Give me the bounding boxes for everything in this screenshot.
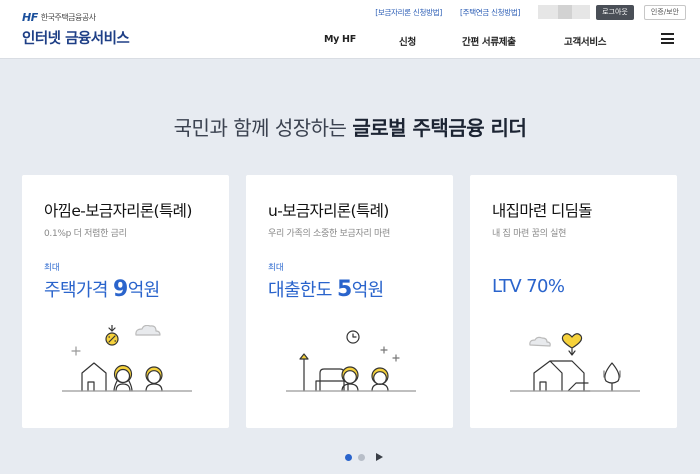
product-card-didimdol[interactable]: 내집마련 디딤돌 내 집 마련 꿈의 실현 LTV 70% <box>470 175 677 428</box>
house-family-illustration <box>62 325 192 392</box>
card-desc: 내 집 마련 꿈의 실현 <box>492 229 567 239</box>
card-value: 주택가격 9억원 <box>44 277 160 302</box>
nav-document-submit[interactable]: 간편 서류제출 <box>462 34 516 48</box>
slogan: 국민과 함께 성장하는 글로벌 주택금융 리더 <box>0 112 700 141</box>
pager-dot-2[interactable] <box>358 453 365 461</box>
card-title: u-보금자리론(특례) <box>268 202 389 220</box>
cert-security-button[interactable]: 인증/보안 <box>643 4 686 20</box>
logout-button[interactable]: 로그아웃 <box>596 4 634 20</box>
menu-icon[interactable] <box>661 33 674 44</box>
card-label: 최대 <box>44 263 60 273</box>
house-heart-illustration <box>510 333 640 392</box>
site-header: HF 한국주택금융공사 인터넷 금융서비스 [보금자리론 신청방법] [주택연금… <box>0 0 700 59</box>
pension-guide-link[interactable]: [주택연금 신청방법] <box>460 7 520 18</box>
carousel-pager <box>345 453 383 461</box>
slogan-regular: 국민과 함께 성장하는 <box>173 116 353 140</box>
product-card-u-bogeumjari[interactable]: u-보금자리론(특례) 우리 가족의 소중한 보금자리 마련 최대 대출한도 5… <box>246 175 453 428</box>
logo-mark: HF <box>22 11 38 24</box>
main-nav: My HF 신청 간편 서류제출 고객서비스 <box>0 34 700 48</box>
loan-guide-link[interactable]: [보금자리론 신청방법] <box>375 7 442 18</box>
card-value: LTV 70% <box>492 276 565 297</box>
nav-customer-service[interactable]: 고객서비스 <box>564 34 607 48</box>
product-card-aggim-e[interactable]: 아낌e-보금자리론(특례) 0.1%p 더 저렴한 금리 최대 주택가격 9억원 <box>22 175 229 428</box>
card-desc: 0.1%p 더 저렴한 금리 <box>44 229 127 239</box>
card-value: 대출한도 5억원 <box>268 277 384 302</box>
card-title: 아낌e-보금자리론(특례) <box>44 202 192 220</box>
user-name-masked <box>538 5 591 19</box>
nav-my-hf[interactable]: My HF <box>324 34 356 45</box>
clock-family-illustration <box>286 330 416 392</box>
logo-corp-name: 한국주택금융공사 <box>40 13 96 22</box>
pager-dot-1[interactable] <box>345 453 352 461</box>
card-title: 내집마련 디딤돌 <box>492 202 593 220</box>
nav-apply[interactable]: 신청 <box>399 34 416 48</box>
next-arrow-icon[interactable] <box>376 453 383 461</box>
card-desc: 우리 가족의 소중한 보금자리 마련 <box>268 229 390 239</box>
slogan-bold: 글로벌 주택금융 리더 <box>352 116 527 140</box>
utility-bar: [보금자리론 신청방법] [주택연금 신청방법] 로그아웃 인증/보안 <box>375 4 686 20</box>
card-label: 최대 <box>268 263 284 273</box>
